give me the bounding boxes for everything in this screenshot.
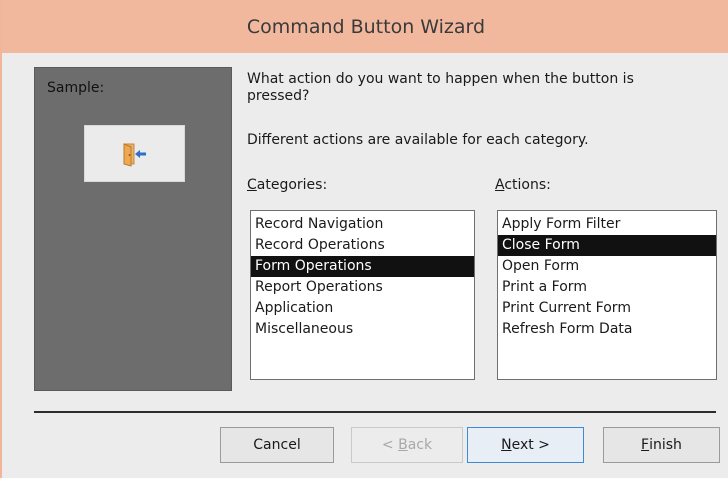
actions-heading-text: ctions: <box>504 177 551 193</box>
action-item[interactable]: Close Form <box>498 235 716 256</box>
action-item[interactable]: Apply Form Filter <box>498 214 716 235</box>
sample-button-preview <box>84 125 185 182</box>
title-bar[interactable]: Command Button Wizard <box>2 0 728 53</box>
actions-listbox[interactable]: Apply Form Filter Close Form Open Form Prin… <box>497 210 717 380</box>
sample-panel: Sample: <box>34 67 232 391</box>
category-item[interactable]: Form Operations <box>251 256 474 277</box>
categories-listbox[interactable]: Record Navigation Record Operations Form O… <box>250 210 475 380</box>
back-access-key: B <box>398 437 408 453</box>
back-button-text: ack <box>407 437 433 453</box>
actions-access-key: A <box>495 177 505 193</box>
cancel-button[interactable]: Cancel <box>220 427 334 463</box>
next-access-key: N <box>501 437 512 453</box>
wizard-hint: Different actions are available for each… <box>247 132 589 148</box>
back-button[interactable]: < Back <box>351 427 463 463</box>
categories-access-key: C <box>247 177 257 193</box>
action-item[interactable]: Print Current Form <box>498 298 716 319</box>
action-item[interactable]: Print a Form <box>498 277 716 298</box>
close-form-door-arrow-icon <box>123 142 146 167</box>
finish-button-text: inish <box>649 437 682 453</box>
category-item[interactable]: Report Operations <box>251 277 474 298</box>
finish-access-key: F <box>641 437 650 453</box>
next-button[interactable]: Next > <box>467 427 584 463</box>
sample-label: Sample: <box>47 80 105 96</box>
category-item[interactable]: Record Navigation <box>251 214 474 235</box>
action-item[interactable]: Refresh Form Data <box>498 319 716 340</box>
category-item[interactable]: Miscellaneous <box>251 319 474 340</box>
category-item[interactable]: Application <box>251 298 474 319</box>
next-button-text: ext > <box>511 437 550 453</box>
categories-heading-text: ategories: <box>256 177 328 193</box>
button-divider <box>34 411 716 413</box>
back-button-prefix: < <box>381 437 399 453</box>
wizard-window: Command Button Wizard Sample: What actio… <box>0 0 728 478</box>
action-item[interactable]: Open Form <box>498 256 716 277</box>
finish-button[interactable]: Finish <box>603 427 720 463</box>
actions-heading: Actions: <box>495 177 551 193</box>
category-item[interactable]: Record Operations <box>251 235 474 256</box>
cancel-button-label: Cancel <box>253 437 301 453</box>
window-title: Command Button Wizard <box>246 15 486 38</box>
wizard-question: What action do you want to happen when t… <box>247 71 634 104</box>
categories-heading: Categories: <box>247 177 327 193</box>
